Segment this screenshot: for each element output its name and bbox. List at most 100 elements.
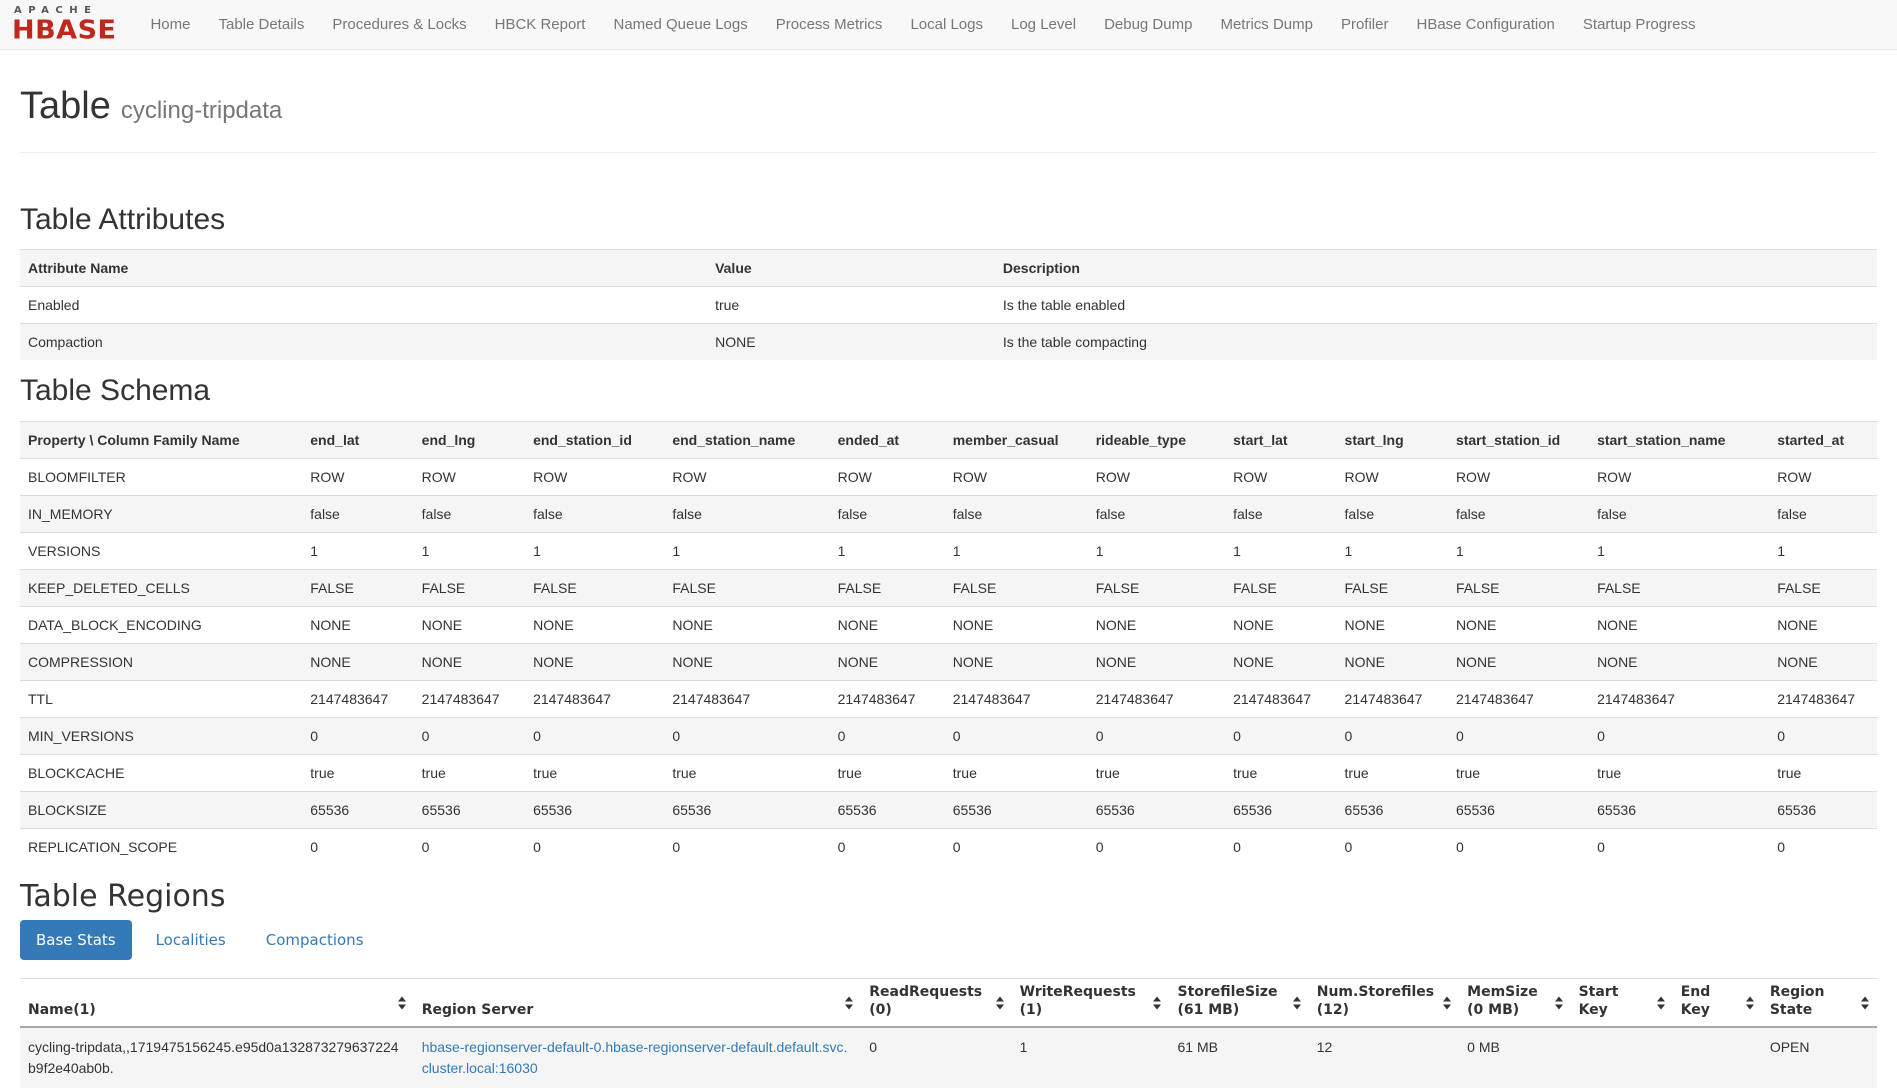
schema-property-name: BLOCKCACHE <box>20 754 302 791</box>
schema-property-value: ROW <box>664 458 829 495</box>
schema-property-value: 0 <box>1448 828 1589 865</box>
regions-col-writerequests-1[interactable]: WriteRequests (1) <box>1012 979 1170 1028</box>
schema-property-value: 65536 <box>1088 791 1225 828</box>
schema-property-value: FALSE <box>525 569 664 606</box>
schema-property-value: NONE <box>525 643 664 680</box>
schema-property-value: true <box>1088 754 1225 791</box>
schema-property-value: false <box>414 495 525 532</box>
schema-property-value: 0 <box>1225 717 1336 754</box>
tab-base-stats[interactable]: Base Stats <box>20 920 132 960</box>
nav-item-process-metrics[interactable]: Process Metrics <box>762 0 897 49</box>
schema-property-value: 0 <box>1769 717 1877 754</box>
tab-localities[interactable]: Localities <box>140 920 242 960</box>
schema-property-value: FALSE <box>302 569 413 606</box>
table-regions-section: Table Regions Base StatsLocalitiesCompac… <box>20 880 1877 1088</box>
schema-property-name: REPLICATION_SCOPE <box>20 828 302 865</box>
schema-property-value: ROW <box>414 458 525 495</box>
schema-col-start-lat: start_lat <box>1225 421 1336 458</box>
sort-icon <box>1443 996 1451 1009</box>
page-title: Tablecycling-tripdata <box>20 86 1877 128</box>
nav-item-home[interactable]: Home <box>136 0 204 49</box>
regions-col-end-key[interactable]: End Key <box>1673 979 1762 1028</box>
attributes-header-row: Attribute NameValueDescription <box>20 250 1877 287</box>
regions-col-memsize-0-mb[interactable]: MemSize (0 MB) <box>1459 979 1570 1028</box>
nav-item-procedures-locks[interactable]: Procedures & Locks <box>318 0 480 49</box>
schema-property-value: ROW <box>1337 458 1448 495</box>
schema-property-value: 1 <box>1448 532 1589 569</box>
nav-item-hbase-configuration[interactable]: HBase Configuration <box>1402 0 1568 49</box>
schema-property-value: NONE <box>945 606 1088 643</box>
schema-property-value: 0 <box>1448 717 1589 754</box>
nav-item-debug-dump[interactable]: Debug Dump <box>1090 0 1206 49</box>
regions-col-region-server[interactable]: Region Server <box>414 979 862 1028</box>
schema-property-value: NONE <box>414 606 525 643</box>
schema-property-value: 2147483647 <box>302 680 413 717</box>
nav-item-table-details[interactable]: Table Details <box>204 0 318 49</box>
region-server-link[interactable]: hbase-regionserver-default-0.hbase-regio… <box>422 1039 848 1076</box>
schema-property-value: FALSE <box>830 569 945 606</box>
nav-item-local-logs[interactable]: Local Logs <box>896 0 997 49</box>
schema-property-value: 65536 <box>830 791 945 828</box>
schema-property-value: FALSE <box>664 569 829 606</box>
attributes-row: EnabledtrueIs the table enabled <box>20 287 1877 324</box>
schema-property-value: false <box>302 495 413 532</box>
hbase-logo[interactable]: APACHE HBASE <box>12 6 116 44</box>
schema-property-value: 0 <box>830 828 945 865</box>
regions-col-name-1[interactable]: Name(1) <box>20 979 414 1028</box>
schema-property-value: ROW <box>945 458 1088 495</box>
region-num-storefiles: 12 <box>1309 1027 1459 1088</box>
regions-col-label: ReadRequests (0) <box>869 984 982 1018</box>
schema-property-value: 2147483647 <box>1769 680 1877 717</box>
attributes-col-description: Description <box>995 250 1877 287</box>
region-region-state: OPEN <box>1762 1027 1877 1088</box>
schema-property-value: false <box>1769 495 1877 532</box>
regions-col-region-state[interactable]: Region State <box>1762 979 1877 1028</box>
schema-property-value: FALSE <box>1448 569 1589 606</box>
schema-property-value: NONE <box>1448 606 1589 643</box>
schema-property-value: 0 <box>945 828 1088 865</box>
regions-col-num-storefiles-12[interactable]: Num.Storefiles (12) <box>1309 979 1459 1028</box>
schema-property-name: MIN_VERSIONS <box>20 717 302 754</box>
schema-property-value: ROW <box>1225 458 1336 495</box>
schema-property-name: DATA_BLOCK_ENCODING <box>20 606 302 643</box>
nav-item-log-level[interactable]: Log Level <box>997 0 1090 49</box>
schema-property-value: FALSE <box>1088 569 1225 606</box>
regions-col-readrequests-0[interactable]: ReadRequests (0) <box>861 979 1011 1028</box>
sort-icon <box>845 996 853 1009</box>
nav-item-profiler[interactable]: Profiler <box>1327 0 1403 49</box>
schema-property-value: 0 <box>664 717 829 754</box>
nav-item-hbck-report[interactable]: HBCK Report <box>481 0 600 49</box>
tab-compactions[interactable]: Compactions <box>250 920 380 960</box>
schema-property-value: 65536 <box>1589 791 1769 828</box>
sort-icon <box>398 996 406 1009</box>
schema-property-value: NONE <box>1225 606 1336 643</box>
schema-property-value: true <box>664 754 829 791</box>
schema-property-value: NONE <box>1589 643 1769 680</box>
schema-property-value: true <box>302 754 413 791</box>
table-attributes-section: Table Attributes Attribute NameValueDesc… <box>20 203 1877 361</box>
page-content: Tablecycling-tripdata Table Attributes A… <box>0 50 1897 1088</box>
regions-tabs: Base StatsLocalitiesCompactions <box>20 920 1877 960</box>
nav-item-metrics-dump[interactable]: Metrics Dump <box>1206 0 1327 49</box>
schema-property-value: 65536 <box>1225 791 1336 828</box>
schema-property-value: 0 <box>1337 717 1448 754</box>
schema-property-value: 0 <box>664 828 829 865</box>
regions-table: Name(1)Region ServerReadRequests (0) Writ… <box>20 978 1877 1088</box>
regions-col-label: Start Key <box>1579 984 1619 1018</box>
schema-property-value: true <box>525 754 664 791</box>
nav-item-startup-progress[interactable]: Startup Progress <box>1569 0 1710 49</box>
schema-property-value: NONE <box>1589 606 1769 643</box>
schema-corner-header: Property \ Column Family Name <box>20 421 302 458</box>
schema-property-name: VERSIONS <box>20 532 302 569</box>
schema-col-end-station-id: end_station_id <box>525 421 664 458</box>
schema-property-value: false <box>525 495 664 532</box>
schema-property-name: COMPRESSION <box>20 643 302 680</box>
regions-col-storefilesize-61-mb[interactable]: StorefileSize (61 MB) <box>1169 979 1308 1028</box>
schema-property-value: true <box>1448 754 1589 791</box>
regions-col-start-key[interactable]: Start Key <box>1571 979 1673 1028</box>
nav-item-named-queue-logs[interactable]: Named Queue Logs <box>599 0 761 49</box>
schema-property-value: 65536 <box>1448 791 1589 828</box>
schema-property-value: ROW <box>302 458 413 495</box>
nav-item: Table Details <box>204 0 318 49</box>
schema-property-value: 1 <box>302 532 413 569</box>
